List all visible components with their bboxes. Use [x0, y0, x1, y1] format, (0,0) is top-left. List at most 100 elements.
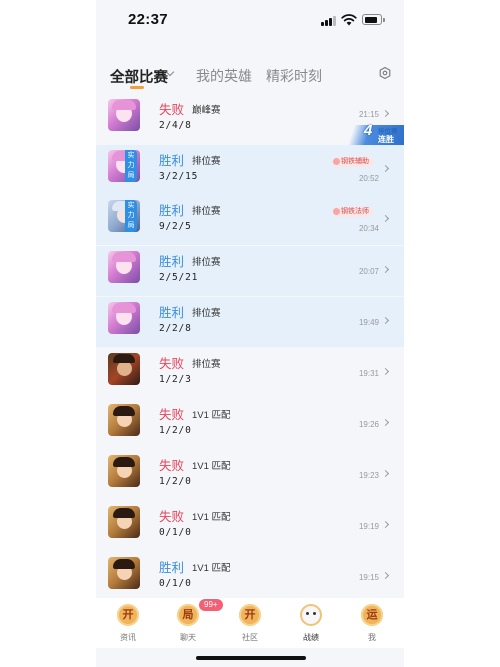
match-kda: 9/2/5	[159, 221, 192, 232]
match-kda: 2/2/8	[159, 323, 192, 334]
match-kda: 1/2/3	[159, 374, 192, 385]
hero-avatar	[108, 99, 140, 131]
chat-icon: 局	[177, 604, 199, 626]
match-kda: 0/1/0	[159, 578, 192, 589]
match-mode: 1V1 匹配	[192, 461, 231, 472]
tabbar-item-community[interactable]: 开 社区	[220, 598, 280, 648]
match-mode: 排位赛	[192, 257, 221, 268]
tabbar-label: 社区	[242, 633, 258, 642]
match-result: 胜利	[159, 204, 185, 218]
settings-gear-icon[interactable]	[379, 67, 391, 79]
strength-badge: 实力局	[125, 200, 137, 232]
bottom-tab-bar: 开 资讯 局 聊天 99+ 开 社区 战绩 运 我	[96, 598, 404, 648]
match-mode: 1V1 匹配	[192, 512, 231, 523]
match-kda: 0/1/0	[159, 527, 192, 538]
tabbar-label: 聊天	[180, 633, 196, 642]
match-mode: 巅峰赛	[192, 105, 221, 116]
match-row[interactable]: 胜利 排位赛 2/5/21 20:07	[96, 246, 404, 296]
match-mode: 排位赛	[192, 206, 221, 217]
streak-count: 4	[364, 122, 373, 139]
match-row[interactable]: 实力局 胜利 排位赛 3/2/15 钢铁辅助 20:52	[96, 145, 404, 195]
hero-avatar	[108, 251, 140, 283]
battery-icon	[362, 14, 385, 25]
match-result: 失败	[159, 510, 185, 524]
match-time: 20:07	[358, 267, 379, 276]
hero-avatar	[108, 506, 140, 538]
match-row[interactable]: 失败 1V1 匹配 0/1/0 19:19	[96, 501, 404, 551]
news-icon: 开	[117, 604, 139, 626]
achievement-tag: 钢铁法师	[332, 207, 373, 217]
hero-avatar	[108, 302, 140, 334]
status-bar: 22:37	[96, 0, 404, 44]
streak-label: 连胜	[378, 135, 394, 144]
match-kda: 3/2/15	[159, 171, 199, 182]
status-time: 22:37	[128, 11, 168, 28]
active-tab-indicator	[130, 86, 144, 89]
mascot-icon	[300, 604, 322, 626]
match-kda: 1/2/0	[159, 425, 192, 436]
home-indicator[interactable]	[196, 656, 306, 660]
match-time: 19:19	[358, 522, 379, 531]
match-time: 19:26	[358, 420, 379, 429]
match-row[interactable]: 失败 1V1 匹配 1/2/0 19:26	[96, 399, 404, 449]
tabbar-item-news[interactable]: 开 资讯	[98, 598, 158, 648]
match-time: 19:15	[358, 573, 379, 582]
match-result: 失败	[159, 357, 185, 371]
community-icon: 开	[239, 604, 261, 626]
match-result: 胜利	[159, 561, 185, 575]
match-mode: 排位赛	[192, 359, 221, 370]
match-kda: 2/4/8	[159, 120, 192, 131]
match-kda: 2/5/21	[159, 272, 199, 283]
tabbar-item-records[interactable]: 战绩	[281, 598, 341, 648]
match-row[interactable]: 失败 1V1 匹配 1/2/0 19:23	[96, 450, 404, 500]
chevron-right-icon	[381, 571, 390, 580]
profile-icon: 运	[361, 604, 383, 626]
hero-avatar	[108, 557, 140, 589]
match-row[interactable]: 失败 排位赛 1/2/3 19:31	[96, 348, 404, 398]
chevron-right-icon	[381, 316, 390, 325]
tabbar-label: 资讯	[120, 633, 136, 642]
match-result: 失败	[159, 103, 185, 117]
chevron-right-icon	[381, 109, 390, 118]
tabbar-item-me[interactable]: 运 我	[342, 598, 402, 648]
match-result: 胜利	[159, 306, 185, 320]
tab-header: 全部比赛 我的英雄 精彩时刻	[96, 44, 404, 94]
tab-my-heroes[interactable]: 我的英雄	[196, 66, 252, 86]
tab-all-matches[interactable]: 全部比赛	[110, 66, 168, 87]
chevron-right-icon	[381, 164, 390, 173]
match-row[interactable]: 胜利 1V1 匹配 0/1/0 19:15	[96, 552, 404, 602]
chevron-right-icon	[381, 520, 390, 529]
chevron-right-icon	[381, 418, 390, 427]
match-time: 19:23	[358, 471, 379, 480]
chevron-right-icon	[381, 265, 390, 274]
match-result: 胜利	[159, 154, 185, 168]
chevron-right-icon	[381, 367, 390, 376]
match-row[interactable]: 胜利 排位赛 2/2/8 19:49	[96, 297, 404, 347]
tabbar-label: 战绩	[303, 633, 319, 642]
match-row[interactable]: 实力局 胜利 排位赛 9/2/5 钢铁法师 20:34	[96, 195, 404, 245]
match-time: 21:15	[358, 110, 379, 119]
match-time: 20:52	[358, 174, 379, 183]
match-time: 19:49	[358, 318, 379, 327]
match-time: 19:31	[358, 369, 379, 378]
chevron-right-icon	[381, 469, 390, 478]
match-time: 20:34	[358, 224, 379, 233]
hero-avatar	[108, 353, 140, 385]
wifi-icon	[341, 14, 357, 26]
cellular-signal-icon	[321, 15, 337, 26]
match-mode: 1V1 匹配	[192, 563, 231, 574]
match-result: 失败	[159, 459, 185, 473]
phone-screen: 22:37 全部比赛 我的英雄 精彩时刻 失败 巅峰赛 2/4/8 21:15	[96, 0, 404, 667]
strength-badge: 实力局	[125, 150, 137, 182]
hero-avatar	[108, 455, 140, 487]
match-result: 失败	[159, 408, 185, 422]
match-kda: 1/2/0	[159, 476, 192, 487]
hero-avatar	[108, 404, 140, 436]
tab-highlights[interactable]: 精彩时刻	[266, 66, 322, 86]
chevron-right-icon	[381, 214, 390, 223]
match-mode: 排位赛	[192, 308, 221, 319]
achievement-tag: 钢铁辅助	[332, 157, 373, 167]
match-mode: 1V1 匹配	[192, 410, 231, 421]
match-row[interactable]: 失败 巅峰赛 2/4/8 21:15 4 排位赛 连胜	[96, 94, 404, 145]
tabbar-label: 我	[368, 633, 376, 642]
